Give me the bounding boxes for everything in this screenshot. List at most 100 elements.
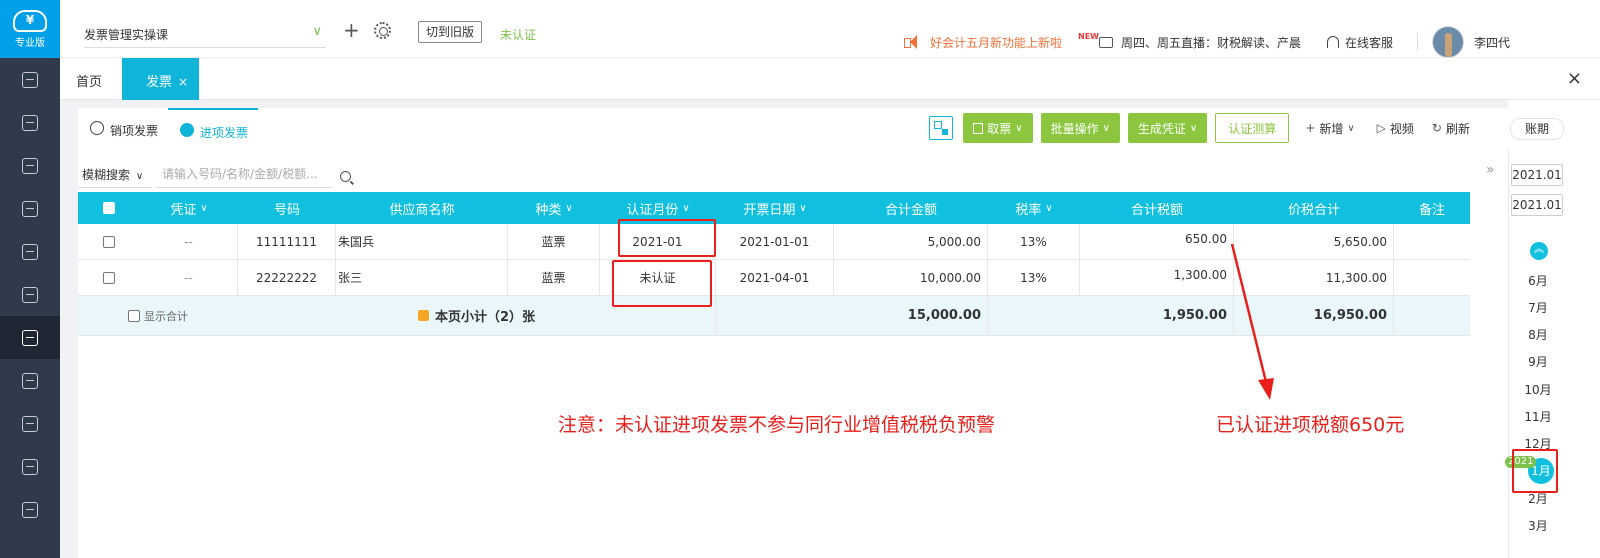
chevron-down-icon: ∨ — [1347, 122, 1355, 134]
sidebar-item-assets[interactable] — [0, 359, 60, 402]
chevron-down-icon: ∨ — [200, 202, 208, 214]
month-item[interactable]: 6月 — [1509, 272, 1567, 289]
invoice-table: 凭证 ∨ 号码 供应商名称 种类 ∨ 认证月份 ∨ 开票日期 ∨ 合计金额 税率 ∨ 合计… — [78, 192, 1470, 336]
show-total-label: 显示合计 — [144, 309, 188, 323]
gear-icon[interactable] — [374, 22, 391, 39]
avatar[interactable] — [1432, 26, 1465, 58]
month-item[interactable]: 9月 — [1509, 353, 1567, 370]
row-checkbox[interactable] — [103, 271, 115, 284]
collapse-panel-icon[interactable]: » — [1486, 162, 1495, 178]
cert-calc-button[interactable]: 认证测算 — [1215, 113, 1290, 143]
col-kind[interactable]: 种类 ∨ — [508, 192, 600, 224]
row-select-cell — [78, 260, 140, 295]
sidebar-item-invoice[interactable] — [0, 316, 60, 359]
fetch-invoice-button[interactable]: 取票 ∨ — [963, 113, 1033, 143]
col-date[interactable]: 开票日期 ∨ — [716, 192, 834, 224]
month-item[interactable]: 8月 — [1509, 326, 1567, 343]
company-selector[interactable]: 发票管理实操课 ∨ — [84, 18, 326, 48]
annotation-note: 注意：未认证进项发票不参与同行业增值税税负预警 — [558, 414, 996, 436]
sidebar-item-home[interactable] — [0, 58, 60, 101]
select-all-checkbox[interactable] — [103, 202, 115, 214]
chevron-down-icon: ∨ — [682, 202, 690, 214]
refresh-button[interactable]: ↻ 刷新 — [1432, 120, 1470, 137]
chevron-down-icon: ∨ — [799, 202, 807, 214]
month-item[interactable]: 3月 — [1509, 517, 1567, 534]
search-type-label: 模糊搜索 — [82, 168, 131, 182]
period-start-field[interactable]: 2021.01 — [1511, 164, 1563, 186]
certification-status[interactable]: 未认证 — [500, 26, 536, 43]
search-type-select[interactable]: 模糊搜索 ∨ — [78, 160, 152, 188]
highlight-box — [1512, 449, 1558, 493]
batch-operation-button[interactable]: 批量操作 ∨ — [1040, 113, 1120, 143]
month-item[interactable]: 11月 — [1509, 408, 1567, 425]
total-cell: 11,300.00 — [1234, 260, 1394, 295]
tab-home[interactable]: 首页 — [76, 71, 102, 90]
row-checkbox[interactable] — [103, 235, 115, 248]
close-all-tabs-icon[interactable]: × — [1567, 68, 1582, 89]
rate-cell: 13% — [988, 224, 1080, 259]
new-badge: NEW — [1078, 31, 1099, 41]
refresh-label: 刷新 — [1445, 121, 1470, 136]
switch-old-version-button[interactable]: 切到旧版 — [418, 21, 483, 43]
asset-icon — [22, 372, 38, 389]
table-row[interactable]: -- 22222222 张三 蓝票 未认证 2021-04-01 10,000.… — [78, 260, 1470, 296]
voucher-cell[interactable]: -- — [140, 224, 238, 259]
invoice-icon — [22, 329, 38, 346]
purchase-invoice-icon — [180, 123, 195, 137]
live-link[interactable]: 周四、周五直播：财税解读、产晨 — [1121, 34, 1301, 51]
tab-purchase-invoice[interactable]: 进项发票 — [168, 108, 259, 152]
supplier-cell: 朱国兵 — [336, 224, 508, 259]
tab-sales-invoice[interactable]: 销项发票 — [78, 108, 168, 152]
sidebar-item-archive[interactable] — [0, 488, 60, 531]
search-input[interactable] — [156, 160, 332, 188]
sidebar-item-funds[interactable] — [0, 187, 60, 230]
kind-cell: 蓝票 — [508, 260, 600, 295]
qr-scan-button[interactable] — [929, 116, 954, 140]
add-company-button[interactable]: + — [343, 20, 360, 40]
col-number: 号码 — [273, 202, 300, 218]
video-label: 视频 — [1389, 121, 1414, 136]
tax-cell: 650.00 — [1080, 224, 1234, 259]
tab-invoice[interactable]: 发票 × — [122, 58, 199, 100]
sidebar-item-salary[interactable] — [0, 402, 60, 445]
sidebar-item-voucher[interactable] — [0, 101, 60, 144]
notice-link[interactable]: 好会计五月新功能上新啦 — [930, 34, 1062, 51]
tab-purchase-label: 进项发票 — [200, 126, 249, 140]
close-icon[interactable]: × — [178, 75, 188, 89]
sidebar-item-analysis[interactable] — [0, 273, 60, 316]
period-end-field[interactable]: 2021.01 — [1511, 194, 1563, 216]
chevron-down-icon: ∨ — [312, 24, 322, 39]
page-tab-bar: 首页 发票 × × — [60, 58, 1600, 100]
online-service-button[interactable]: 在线客服 — [1327, 34, 1393, 51]
empty-cell — [1394, 296, 1470, 335]
chevron-down-icon: ∨ — [1189, 122, 1198, 134]
amount-cell: 10,000.00 — [834, 260, 988, 295]
table-row[interactable]: -- 11111111 朱国兵 蓝票 2021-01 2021-01-01 5,… — [78, 224, 1470, 260]
username[interactable]: 李四代 — [1474, 34, 1510, 51]
col-total: 价税合计 — [1287, 202, 1340, 218]
video-button[interactable]: ▷ 视频 — [1377, 120, 1414, 137]
sidebar-item-tax[interactable] — [0, 445, 60, 488]
add-new-button[interactable]: + 新增 ∨ — [1305, 120, 1358, 137]
logo[interactable]: 专业版 — [0, 0, 60, 58]
month-item[interactable]: 10月 — [1509, 381, 1567, 398]
month-item[interactable]: 7月 — [1509, 299, 1567, 316]
show-total-toggle[interactable]: 显示合计 — [128, 308, 188, 324]
generate-voucher-button[interactable]: 生成凭证 ∨ — [1127, 113, 1208, 143]
sidebar-item-ledger[interactable] — [0, 230, 60, 273]
show-total-checkbox[interactable] — [128, 309, 140, 322]
chevron-down-icon: ∨ — [565, 202, 573, 214]
sidebar-item-report[interactable] — [0, 144, 60, 187]
toolbar: 取票 ∨ 批量操作 ∨ 生成凭证 ∨ 认证测算 + 新增 ∨ ▷ 视频 ↻ 刷新 — [929, 113, 1488, 143]
tax-cell: 1,300.00 — [1080, 260, 1234, 295]
company-name: 发票管理实操课 — [84, 28, 169, 42]
col-voucher[interactable]: 凭证 ∨ — [140, 192, 238, 224]
total-cell: 5,650.00 — [1234, 224, 1394, 259]
col-rate[interactable]: 税率 ∨ — [988, 192, 1080, 224]
chevron-up-icon[interactable]: ︽ — [1530, 242, 1548, 260]
voucher-cell[interactable]: -- — [140, 260, 238, 295]
ledger-period-button[interactable]: 账期 — [1510, 118, 1564, 140]
search-icon[interactable] — [340, 170, 351, 182]
row-select-cell — [78, 224, 140, 259]
search-row: 模糊搜索 ∨ — [78, 160, 351, 188]
